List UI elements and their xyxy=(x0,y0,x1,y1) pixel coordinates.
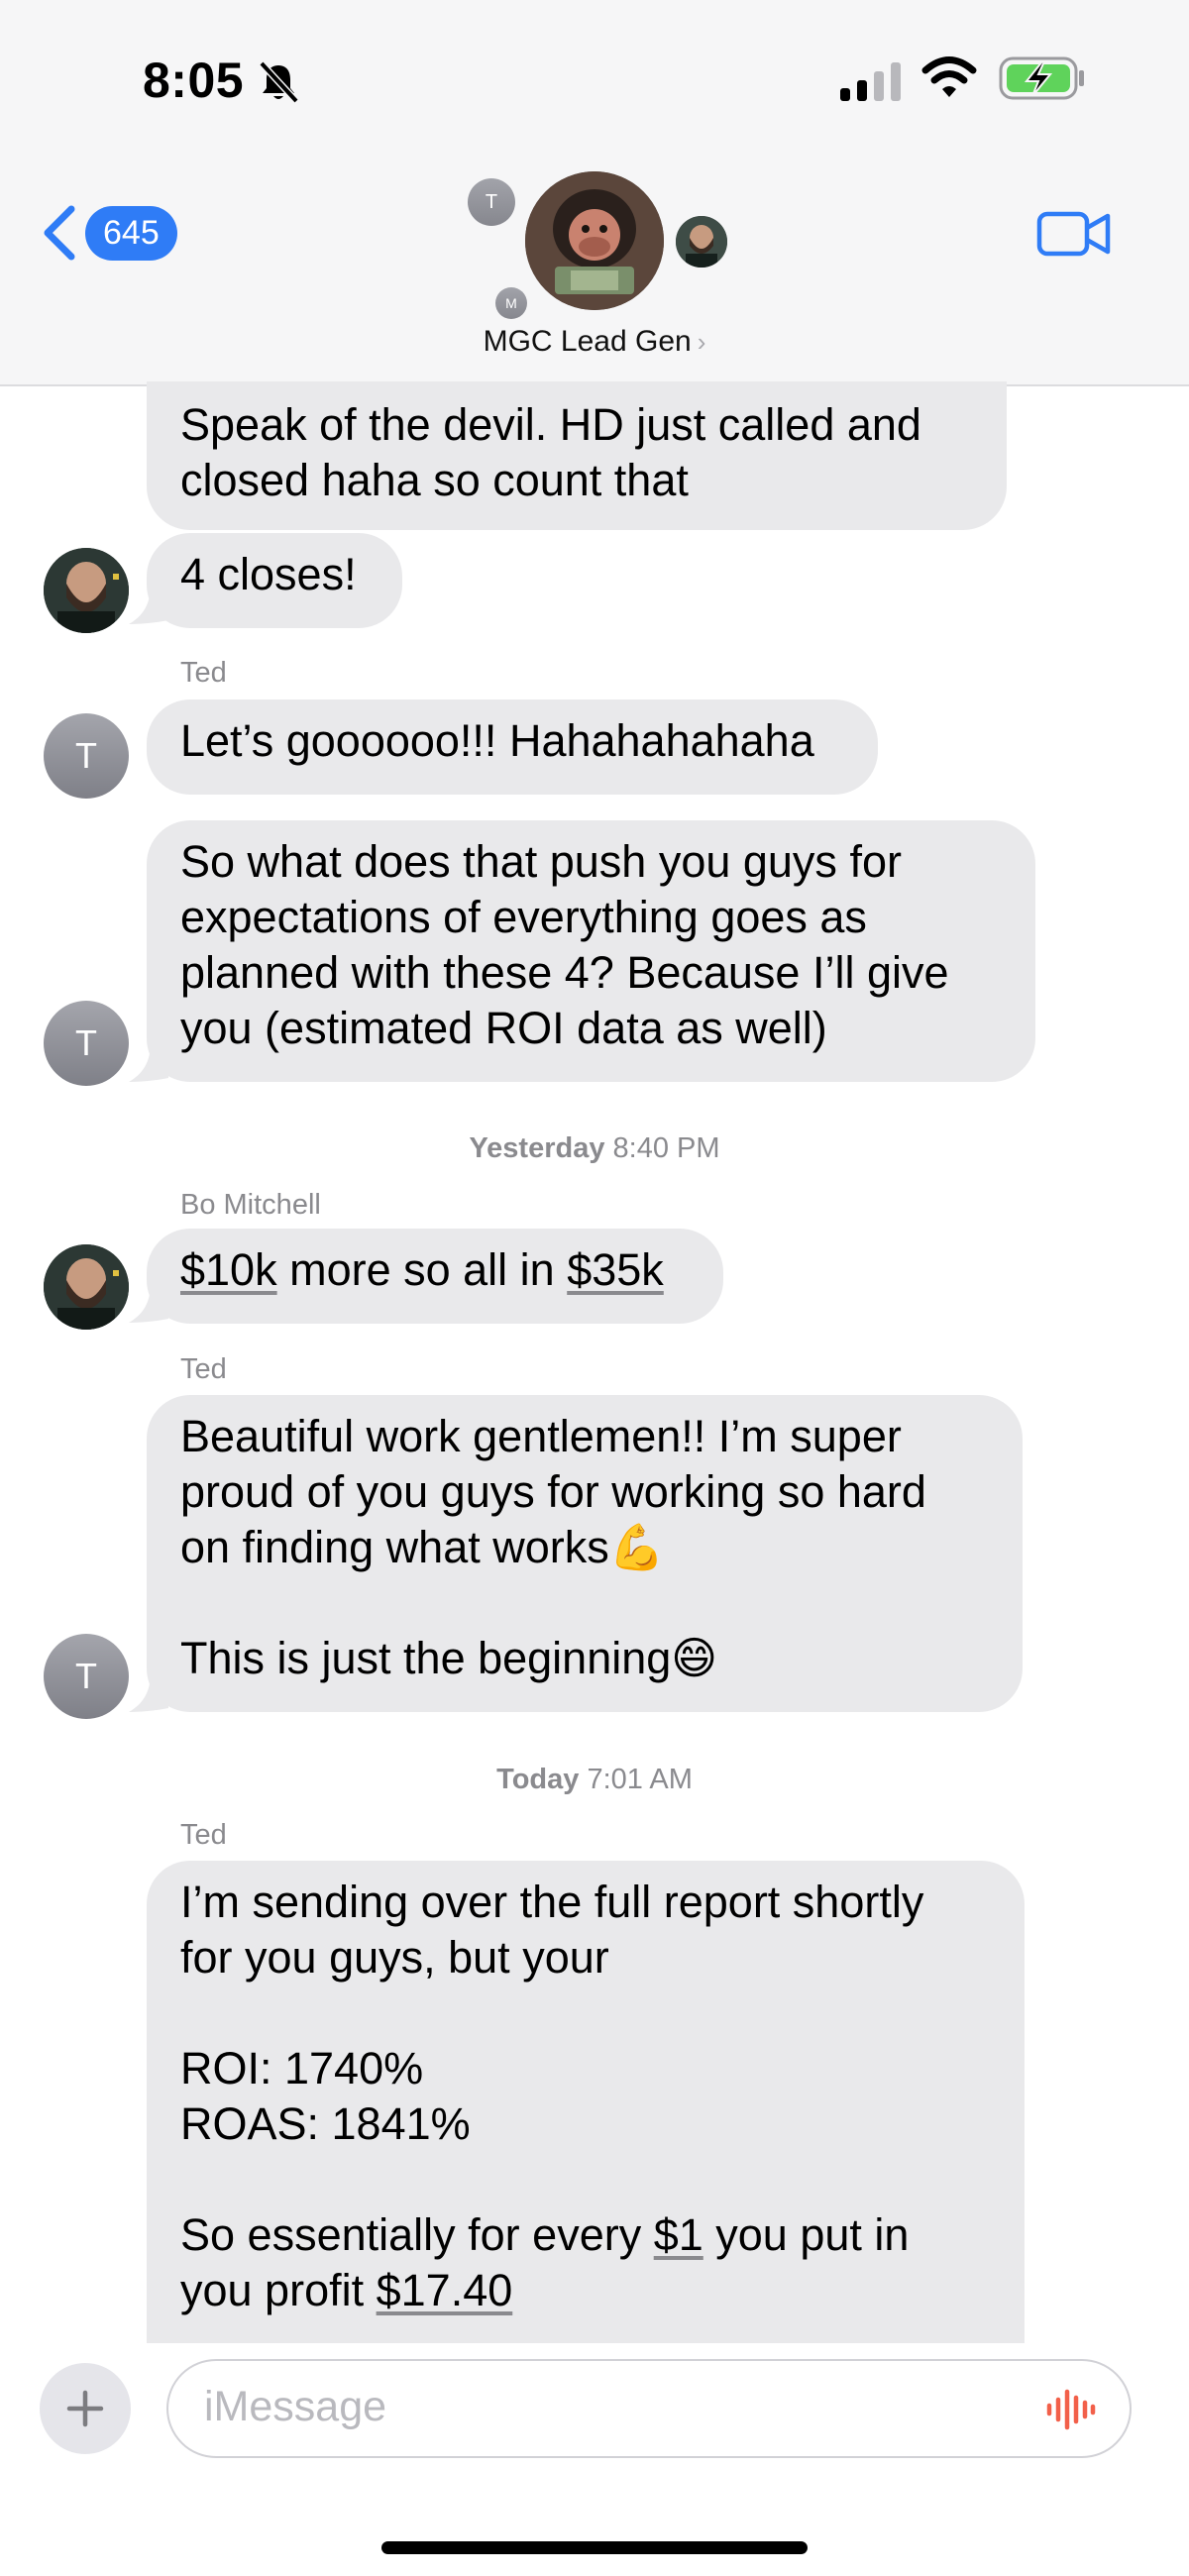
message-text: So essentially for every xyxy=(180,2209,654,2260)
amount-link[interactable]: $17.40 xyxy=(377,2265,513,2315)
message-text: more so all in xyxy=(276,1244,568,1295)
home-indicator[interactable] xyxy=(381,2541,808,2554)
sender-name: Ted xyxy=(180,657,227,689)
apps-button[interactable] xyxy=(40,2363,131,2454)
avatar-ted[interactable]: T xyxy=(44,713,129,799)
cellular-signal-icon xyxy=(840,62,901,101)
timestamp-divider: Yesterday 8:40 PM xyxy=(0,1132,1189,1165)
chevron-right-icon: › xyxy=(697,327,706,357)
message-bubble[interactable]: Speak of the devil. HD just called and c… xyxy=(147,381,1007,530)
message-bubble[interactable]: I’m sending over the full report shortly… xyxy=(147,1861,1025,2376)
timestamp-day: Yesterday xyxy=(469,1132,605,1164)
facetime-video-icon[interactable] xyxy=(1036,208,1112,260)
amount-link[interactable]: $10k xyxy=(180,1244,277,1295)
amount-link[interactable]: $1 xyxy=(654,2209,703,2260)
message-bubble[interactable]: So what does that push you guys for expe… xyxy=(147,820,1035,1082)
message-bubble[interactable]: 4 closes! xyxy=(147,533,402,628)
timestamp-day: Today xyxy=(496,1764,580,1795)
message-text: I’m sending over the full report shortly… xyxy=(180,1877,924,2149)
avatar-ted[interactable]: T xyxy=(44,1634,129,1719)
timestamp-time: 8:40 PM xyxy=(612,1132,720,1164)
group-avatar[interactable] xyxy=(525,171,664,310)
message-bubble[interactable]: Let’s goooooo!!! Hahahahahaha xyxy=(147,699,878,795)
battery-charging-icon xyxy=(999,56,1084,100)
member-avatar-photo xyxy=(676,216,727,268)
back-button[interactable]: 645 xyxy=(40,203,177,263)
member-avatar-initial-small: M xyxy=(495,287,527,319)
timestamp-divider: Today 7:01 AM xyxy=(0,1764,1189,1796)
wifi-icon xyxy=(921,56,977,97)
avatar-bo-mitchell[interactable] xyxy=(44,548,129,633)
chevron-left-icon xyxy=(44,205,75,261)
sender-name: Ted xyxy=(180,1353,227,1385)
plus-icon xyxy=(66,2390,104,2427)
sender-name: Bo Mitchell xyxy=(180,1189,321,1221)
silent-bell-icon xyxy=(259,60,299,104)
monkey-photo xyxy=(525,171,664,310)
avatar-bo-mitchell[interactable] xyxy=(44,1244,129,1330)
group-name-button[interactable]: MGC Lead Gen › xyxy=(0,325,1189,359)
message-input[interactable]: iMessage xyxy=(166,2359,1132,2458)
unread-count-badge: 645 xyxy=(85,205,177,261)
sender-name: Ted xyxy=(180,1819,227,1851)
message-bubble[interactable]: $10k more so all in $35k xyxy=(147,1229,723,1324)
message-composer: iMessage xyxy=(0,2343,1189,2576)
timestamp-time: 7:01 AM xyxy=(587,1764,693,1795)
conversation-header: 8:05 645 T M MGC Lead Gen › xyxy=(0,0,1189,386)
status-time: 8:05 xyxy=(143,53,245,108)
audio-waveform-icon[interactable] xyxy=(1045,2388,1097,2431)
member-avatar-initial: T xyxy=(468,178,515,226)
avatar-ted[interactable]: T xyxy=(44,1001,129,1086)
group-name: MGC Lead Gen xyxy=(483,325,692,358)
message-bubble[interactable]: Beautiful work gentlemen!! I’m super pro… xyxy=(147,1395,1023,1712)
amount-link[interactable]: $35k xyxy=(567,1244,664,1295)
